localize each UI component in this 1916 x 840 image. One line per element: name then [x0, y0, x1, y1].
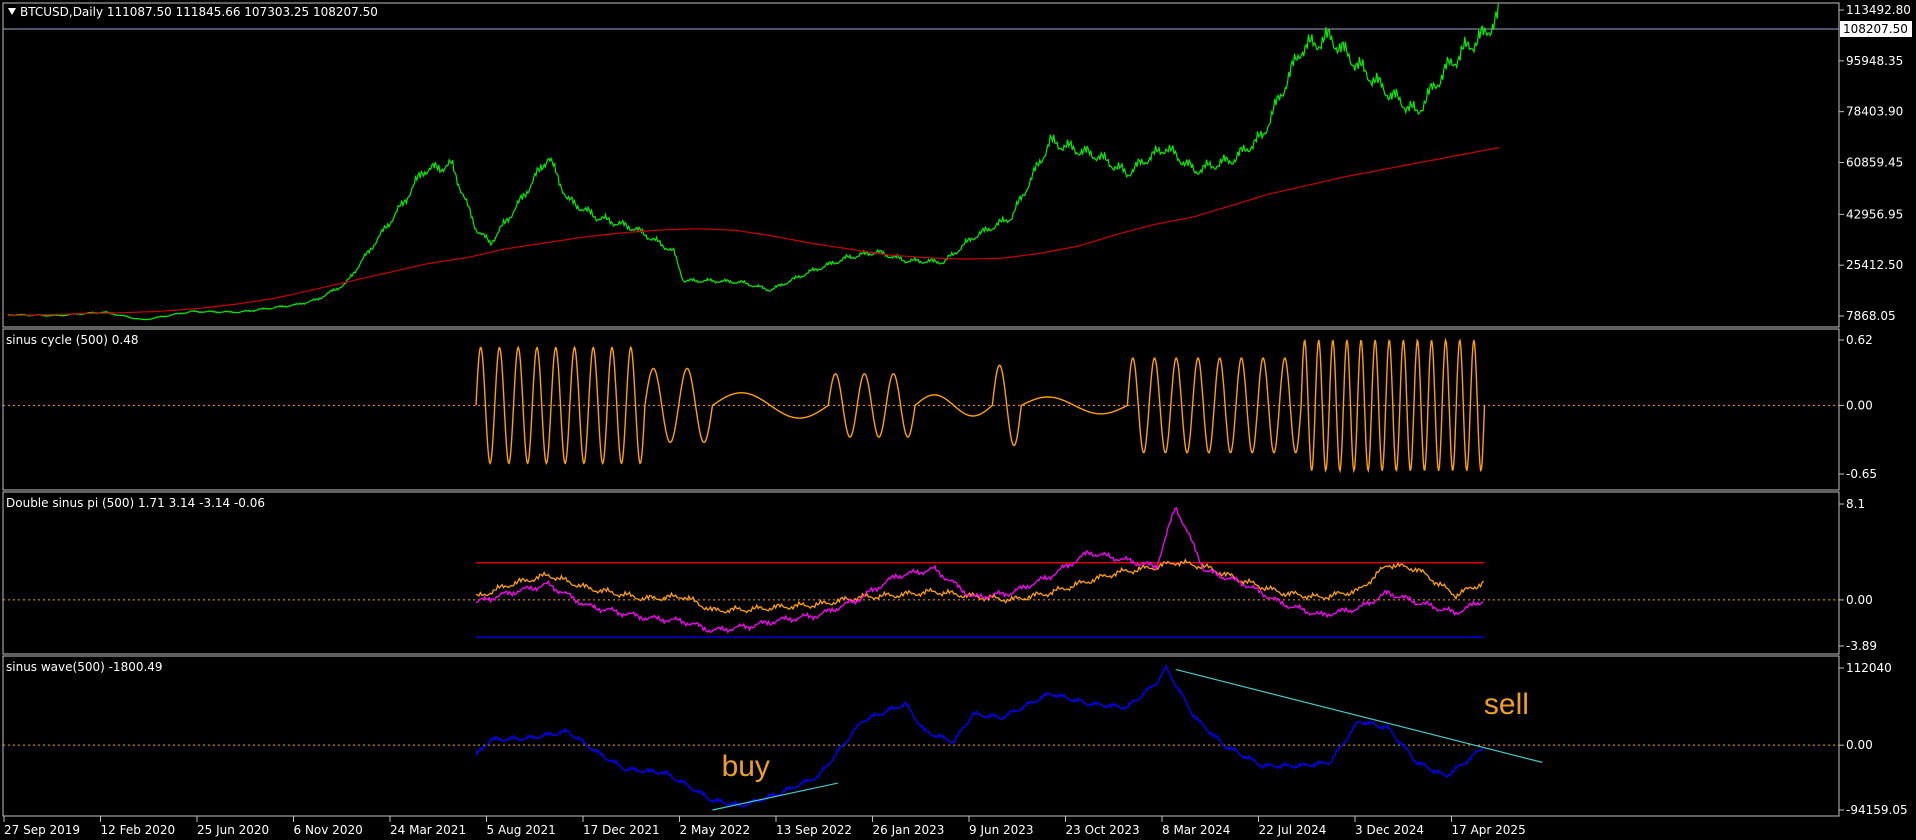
- x-tick-label: 12 Feb 2020: [101, 823, 176, 837]
- cycle-pane-title: sinus cycle (500) 0.48: [6, 333, 139, 347]
- y-tick-label: 113492.80: [1846, 3, 1911, 17]
- x-tick-label: 2 May 2022: [680, 823, 751, 837]
- wave-pane-title: sinus wave(500) -1800.49: [6, 660, 163, 674]
- annotation-sell: sell: [1484, 688, 1529, 721]
- x-tick-label: 8 Mar 2024: [1162, 823, 1230, 837]
- y-tick-label: 0.00: [1846, 593, 1873, 607]
- x-tick-label: 13 Sep 2022: [776, 823, 852, 837]
- y-tick-label: -3.89: [1846, 639, 1877, 653]
- y-tick-label: 42956.95: [1846, 207, 1903, 221]
- double-pane-title: Double sinus pi (500) 1.71 3.14 -3.14 -0…: [6, 496, 265, 510]
- y-tick-label: 7868.05: [1846, 309, 1896, 323]
- current-price-label: 108207.50: [1843, 22, 1908, 36]
- x-tick-label: 25 Jun 2020: [197, 823, 269, 837]
- x-tick-label: 27 Sep 2019: [4, 823, 80, 837]
- chart-canvas[interactable]: 113492.80 95948.35 78403.90 60859.45 42956.9…: [0, 0, 1916, 840]
- y-tick-label: 25412.50: [1846, 258, 1903, 272]
- y-tick-label: 60859.45: [1846, 155, 1903, 169]
- x-tick-label: 26 Jan 2023: [873, 823, 945, 837]
- y-tick-label: 78403.90: [1846, 105, 1903, 119]
- y-tick-label: -94159.05: [1846, 803, 1908, 817]
- x-tick-label: 17 Dec 2021: [583, 823, 660, 837]
- y-tick-label: 0.00: [1846, 738, 1873, 752]
- y-tick-label: 0.00: [1846, 398, 1873, 412]
- x-tick-label: 23 Oct 2023: [1066, 823, 1140, 837]
- chart-background: [0, 0, 1916, 840]
- x-tick-label: 6 Nov 2020: [294, 823, 363, 837]
- y-tick-label: 112040: [1846, 661, 1892, 675]
- x-tick-label: 17 Apr 2025: [1452, 823, 1526, 837]
- main-pane-title: BTCUSD,Daily 111087.50 111845.66 107303.…: [20, 5, 378, 19]
- y-tick-label: 0.62: [1846, 333, 1873, 347]
- y-tick-label: 95948.35: [1846, 54, 1903, 68]
- annotation-buy: buy: [722, 750, 770, 783]
- y-tick-label: -0.65: [1846, 467, 1877, 481]
- x-tick-label: 3 Dec 2024: [1355, 823, 1424, 837]
- y-tick-label: 8.1: [1846, 497, 1865, 511]
- x-tick-label: 5 Aug 2021: [487, 823, 556, 837]
- x-tick-label: 9 Jun 2023: [969, 823, 1034, 837]
- x-tick-label: 24 Mar 2021: [390, 823, 466, 837]
- x-tick-label: 22 Jul 2024: [1259, 823, 1327, 837]
